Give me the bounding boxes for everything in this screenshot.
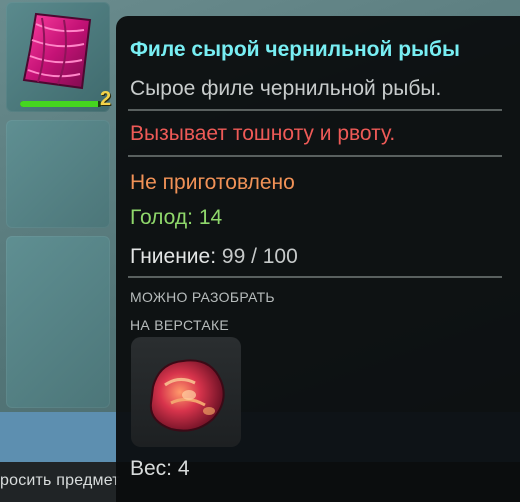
raw-meat-chunk-icon [149, 359, 225, 432]
item-warning: Вызывает тошноту и рвоту. [130, 122, 396, 145]
inventory-slot-1[interactable]: 2 [6, 2, 112, 112]
craft-line-2: НА ВЕРСТАКЕ [130, 317, 230, 333]
hunger-value: 14 [198, 206, 223, 229]
craft-line-1: МОЖНО РАЗОБРАТЬ [130, 289, 275, 305]
durability-bar [20, 101, 102, 107]
inventory-slot-3[interactable] [6, 236, 110, 408]
hunger-stat: Голод: 14 [130, 206, 222, 230]
weight-value: 4 [177, 457, 190, 480]
weight-label: Вес: [130, 457, 173, 480]
divider [128, 155, 502, 157]
divider [128, 109, 502, 111]
raw-fish-fillet-icon [22, 12, 92, 90]
item-title: Филе сырой чернильной рыбы [130, 38, 460, 61]
drop-item-label[interactable]: росить предмет [0, 472, 120, 490]
craft-result-slot [131, 337, 241, 447]
weight-stat: Вес: 4 [130, 457, 190, 481]
item-description: Сырое филе чернильной рыбы. [130, 77, 442, 100]
decay-value: 99 / 100 [221, 245, 298, 268]
stack-count: 2 [100, 88, 112, 110]
decay-label: Гниение: [130, 245, 217, 268]
inventory-slot-2[interactable] [6, 120, 110, 228]
hunger-label: Голод: [130, 206, 193, 229]
decay-stat: Гниение: 99 / 100 [130, 245, 298, 269]
durability-fill [20, 101, 98, 107]
item-tooltip: Филе сырой чернильной рыбы Сырое филе че… [116, 16, 520, 502]
cook-state: Не приготовлено [130, 171, 295, 194]
divider [128, 276, 502, 278]
